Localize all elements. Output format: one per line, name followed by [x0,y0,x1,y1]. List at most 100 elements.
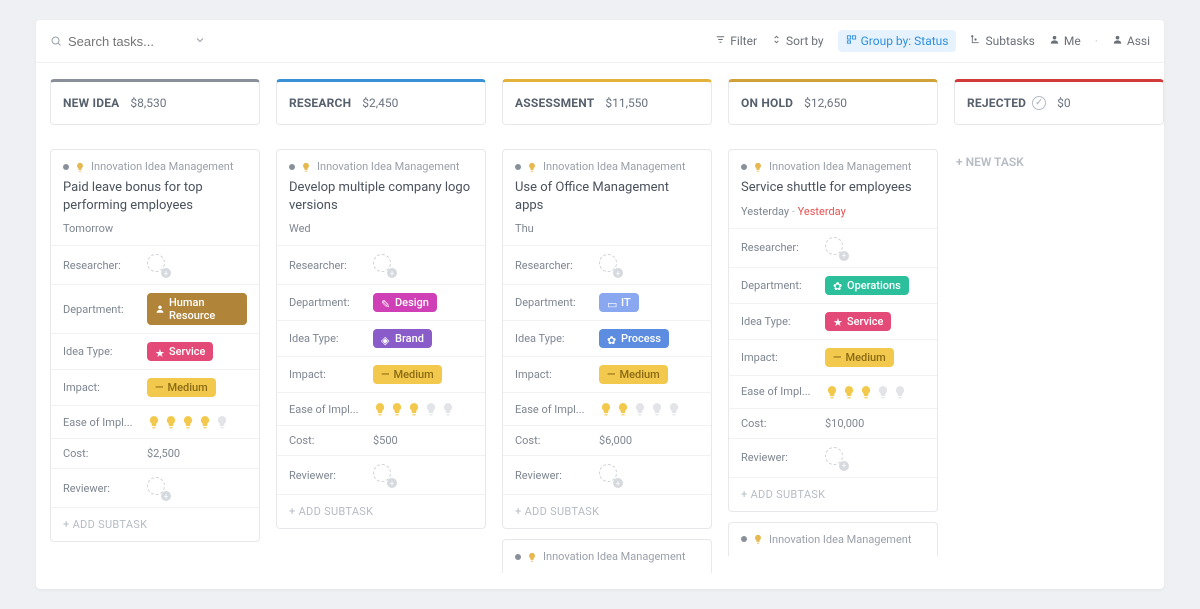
field-label: Researcher: [289,259,363,272]
department-badge[interactable]: ▭IT [599,293,639,312]
add-reviewer-button[interactable]: + [147,477,169,499]
ideatype-badge[interactable]: ✿Process [599,329,669,348]
monitor-icon: ▭ [607,298,617,308]
add-subtask-button[interactable]: + ADD SUBTASK [503,494,711,528]
subtasks-button[interactable]: Subtasks [970,34,1034,48]
field-label: Idea Type: [515,332,589,345]
me-button[interactable]: Me [1049,34,1081,48]
column-title: ON HOLD [741,96,793,110]
status-dot [63,164,69,170]
department-badge[interactable]: ✿Operations [825,276,909,295]
add-researcher-button[interactable]: + [147,254,169,276]
bulb-icon [215,414,229,430]
add-researcher-button[interactable]: + [599,254,621,276]
add-reviewer-button[interactable]: + [599,464,621,486]
field-label: Department: [515,296,589,309]
field-label: Ease of Impl... [289,403,363,416]
row-ease: Ease of Impl... [277,392,485,425]
groupby-button[interactable]: Group by: Status [838,30,957,52]
add-researcher-button[interactable]: + [373,254,395,276]
toolbar: Filter Sort by Group by: Status Subtasks… [36,20,1164,63]
column-title: RESEARCH [289,96,351,110]
card-title: Develop multiple company logo versions [277,179,485,222]
add-subtask-button[interactable]: + ADD SUBTASK [51,507,259,541]
ease-rating[interactable] [825,384,925,400]
field-label: Idea Type: [289,332,363,345]
column-header[interactable]: ASSESSMENT $11,550 [502,79,712,125]
task-card[interactable]: Innovation Idea Management Develop multi… [276,149,486,529]
field-label: Reviewer: [289,469,363,482]
ease-rating[interactable] [599,401,699,417]
task-card[interactable]: Innovation Idea Management Service shutt… [728,149,938,512]
ease-rating[interactable] [147,414,247,430]
add-subtask-button[interactable]: + ADD SUBTASK [729,477,937,511]
add-subtask-button[interactable]: + ADD SUBTASK [277,494,485,528]
sortby-button[interactable]: Sort by [771,34,824,48]
kanban-board: NEW IDEA $8,530 Innovation Idea Manageme… [36,63,1164,589]
search-input[interactable] [68,34,188,49]
card-title: Service shuttle for employees [729,179,937,205]
tag-icon: ◈ [381,334,391,344]
department-badge[interactable]: ✎Design [373,293,437,312]
column-header[interactable]: REJECTED ✓ $0 [954,79,1164,125]
ideatype-badge[interactable]: ★Service [825,312,891,331]
project-label: Innovation Idea Management [769,533,911,546]
add-reviewer-button[interactable]: + [373,464,395,486]
row-cost: Cost: $2,500 [51,438,259,468]
dash-icon: — [833,351,841,364]
bulb-icon [407,401,421,417]
chevron-down-icon[interactable] [194,34,206,49]
me-label: Me [1064,34,1081,48]
bulb-icon [753,534,763,544]
row-reviewer: Reviewer:+ [503,455,711,494]
task-card-peek[interactable]: Innovation Idea Management [502,539,712,573]
ease-rating[interactable] [373,401,473,417]
row-researcher: Researcher: + [729,228,937,267]
bulb-icon [373,401,387,417]
field-label: Researcher: [741,241,815,254]
add-reviewer-button[interactable]: + [825,447,847,469]
column-rejected: REJECTED ✓ $0 + NEW TASK [954,79,1164,573]
row-department: Department:Human Resource [51,284,259,333]
column-header[interactable]: RESEARCH $2,450 [276,79,486,125]
column-research: RESEARCH $2,450 Innovation Idea Manageme… [276,79,486,573]
ideatype-badge[interactable]: ★Service [147,342,213,361]
impact-badge[interactable]: — Medium [599,365,668,384]
task-card[interactable]: Innovation Idea Management Paid leave bo… [50,149,260,542]
column-title: NEW IDEA [63,96,119,110]
row-ease: Ease of Impl... [729,375,937,408]
field-label: Cost: [63,447,137,460]
row-cost: Cost:$500 [277,425,485,455]
column-new-idea: NEW IDEA $8,530 Innovation Idea Manageme… [50,79,260,573]
task-card[interactable]: Innovation Idea Management Use of Office… [502,149,712,529]
impact-badge[interactable]: — Medium [825,348,894,367]
project-label: Innovation Idea Management [543,160,685,173]
field-label: Idea Type: [741,315,815,328]
filter-button[interactable]: Filter [715,34,757,48]
search-wrap [50,34,230,49]
bulb-icon [527,552,537,562]
column-header[interactable]: NEW IDEA $8,530 [50,79,260,125]
card-title: Use of Office Management apps [503,179,711,222]
filter-label: Filter [730,34,757,48]
groupby-label: Group by: Status [861,34,949,48]
card-due: Thu [503,222,711,245]
bulb-icon [599,401,613,417]
sort-icon [771,34,782,48]
impact-badge[interactable]: — Medium [373,365,442,384]
field-label: Department: [289,296,363,309]
row-cost: Cost:$6,000 [503,425,711,455]
impact-badge[interactable]: — Medium [147,378,216,397]
field-label: Cost: [741,417,815,430]
ideatype-badge[interactable]: ◈Brand [373,329,432,348]
field-label: Impact: [63,381,137,394]
row-reviewer: Reviewer: + [277,455,485,494]
task-card-peek[interactable]: Innovation Idea Management [728,522,938,556]
column-header[interactable]: ON HOLD $12,650 [728,79,938,125]
row-reviewer: Reviewer:+ [729,438,937,477]
add-researcher-button[interactable]: + [825,237,847,259]
department-badge[interactable]: Human Resource [147,293,247,325]
cost-value: $2,500 [147,447,247,460]
new-task-button[interactable]: + NEW TASK [954,149,1164,175]
assignee-button[interactable]: Assi [1112,34,1150,48]
